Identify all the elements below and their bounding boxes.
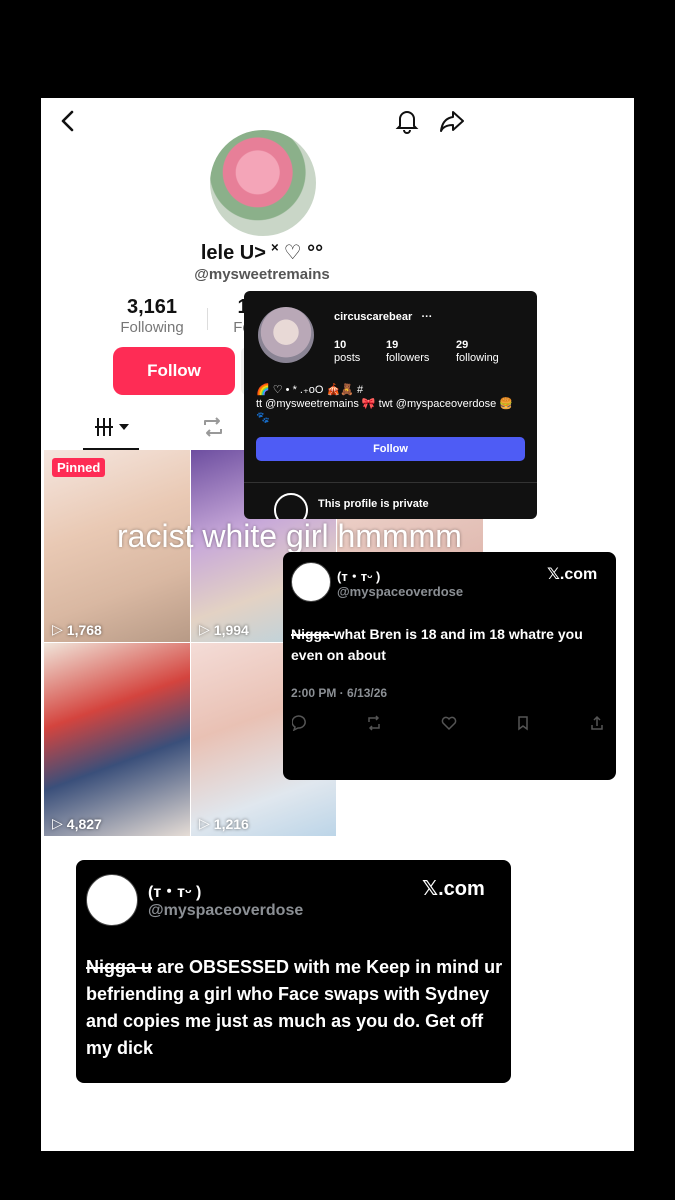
tweet-display-name: (ᴛ・ᴛᵕ ) — [148, 884, 202, 901]
following-count[interactable]: 3,161 — [117, 296, 187, 319]
ig-bio: 🌈 ♡ • * .₊oO 🎪🧸 # tt @mysweetremains 🎀 t… — [256, 384, 513, 424]
ig-posts-count: 10 — [334, 339, 347, 351]
pinned-badge: Pinned — [52, 458, 106, 477]
play-icon: ▷ — [199, 621, 210, 637]
bookmark-icon[interactable] — [514, 714, 532, 732]
tiktok-profile-screen: lele U> ˟ ♡ °° @mysweetremains 3,161 Fol… — [41, 98, 634, 1151]
tweet-text: Nigga what Bren is 18 and im 18 whatre y… — [291, 626, 583, 663]
view-count: ▷ 4,827 — [52, 815, 102, 832]
bell-icon[interactable] — [392, 106, 422, 136]
ig-posts-label: posts — [334, 352, 361, 364]
reply-icon[interactable] — [291, 714, 309, 732]
ig-follow-button[interactable]: Follow — [256, 437, 525, 461]
view-count: ▷ 1,768 — [52, 621, 102, 638]
stats-divider — [207, 308, 208, 330]
view-count: ▷ 1,994 — [199, 621, 249, 638]
repost-tab-icon[interactable] — [201, 416, 225, 443]
tweet-timestamp: 2:00 PM · 6/13/26 — [291, 686, 388, 700]
retweet-icon[interactable] — [365, 714, 383, 732]
ig-private-notice: This profile is private — [318, 498, 429, 510]
tweet-handle: @myspaceoverdose — [337, 584, 464, 599]
like-icon[interactable] — [440, 714, 458, 732]
tweet-avatar — [291, 562, 331, 602]
x-logo-source: 𝕏.com — [547, 566, 598, 583]
tweet-avatar — [86, 874, 138, 926]
lock-icon — [274, 493, 308, 519]
profile-avatar[interactable] — [210, 130, 316, 236]
username-handle: @mysweetremains — [194, 266, 330, 283]
share-icon[interactable] — [588, 714, 606, 732]
instagram-profile-card: circuscarebear ··· 10 posts 19 followers… — [244, 291, 537, 519]
x-logo-source: 𝕏.com — [422, 878, 485, 900]
ig-followers-label: followers — [386, 352, 430, 364]
tweet-handle: @myspaceoverdose — [148, 902, 304, 919]
ig-following-label: following — [456, 352, 499, 364]
play-icon: ▷ — [199, 815, 210, 831]
view-count: ▷ 1,216 — [199, 815, 249, 832]
display-name: lele U> ˟ ♡ °° — [200, 242, 324, 264]
ig-avatar — [258, 307, 314, 363]
tweet-display-name: (ᴛ・ᴛᵕ ) — [337, 569, 381, 584]
play-icon: ▷ — [52, 815, 63, 831]
tweet-text: Nigga u are OBSESSED with me Keep in min… — [86, 957, 503, 1058]
ig-followers-count: 19 — [386, 339, 399, 351]
play-icon: ▷ — [52, 621, 63, 637]
more-options-icon[interactable]: ··· — [421, 311, 432, 323]
video-thumbnail[interactable]: ▷ 4,827 — [44, 643, 190, 836]
tweet-card: (ᴛ・ᴛᵕ ) @myspaceoverdose 𝕏.com Nigga wha… — [283, 552, 616, 780]
ig-following-count: 29 — [456, 339, 469, 351]
share-icon[interactable] — [437, 106, 467, 136]
follow-button[interactable]: Follow — [113, 347, 235, 395]
tweet-card: (ᴛ・ᴛᵕ ) @myspaceoverdose 𝕏.com Nigga u a… — [76, 860, 511, 1083]
ig-divider — [244, 482, 537, 483]
back-arrow-icon[interactable] — [53, 106, 83, 136]
following-label: Following — [120, 319, 184, 336]
videos-tab-icon[interactable] — [95, 416, 131, 443]
overlay-caption: racist white girl hmmmm — [117, 518, 462, 554]
ig-username: circuscarebear ··· — [334, 311, 433, 323]
